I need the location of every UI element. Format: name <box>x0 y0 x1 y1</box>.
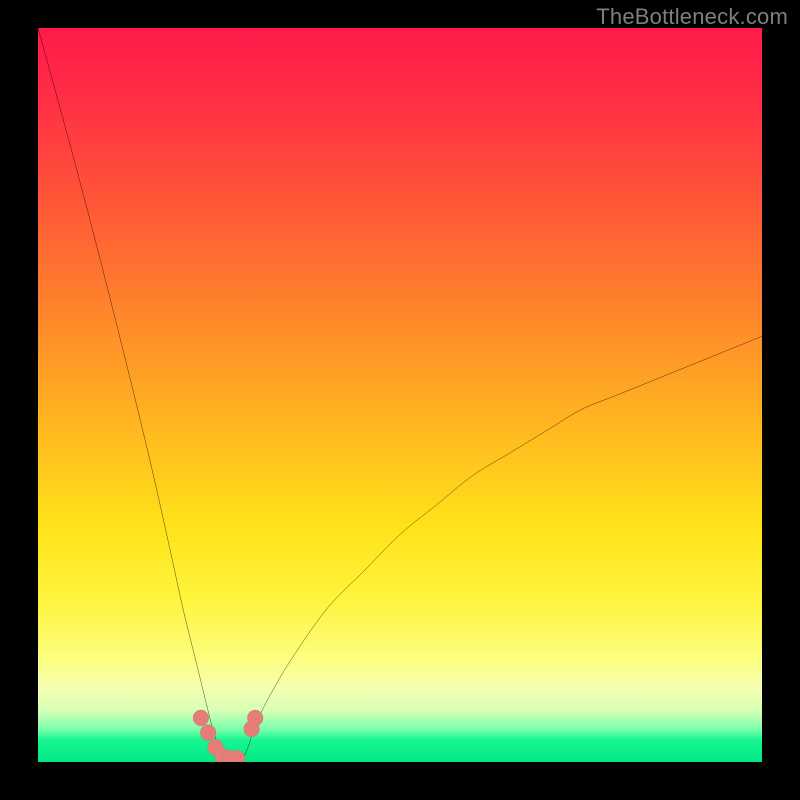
plot-area <box>38 28 762 762</box>
chart-frame: TheBottleneck.com <box>0 0 800 800</box>
marker-dot <box>247 710 263 726</box>
marker-dot <box>193 710 209 726</box>
watermark-text: TheBottleneck.com <box>596 4 788 30</box>
bottom-marker-cluster <box>193 710 263 762</box>
curve-layer <box>38 28 762 762</box>
marker-dot <box>200 725 216 741</box>
bottleneck-curve <box>38 28 762 762</box>
